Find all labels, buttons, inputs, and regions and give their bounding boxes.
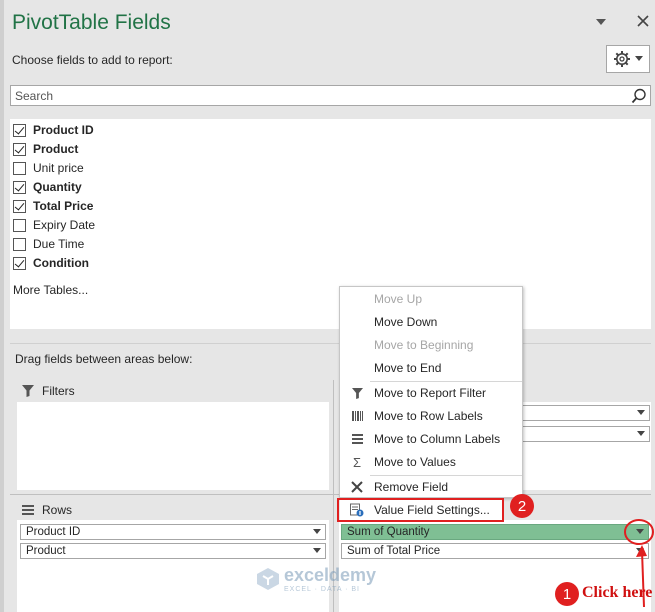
values-field-sum-of-total-price[interactable]: Sum of Total Price [341, 543, 649, 559]
gear-icon [614, 51, 630, 67]
field-list: Product ID Product Unit price Quantity T… [10, 119, 651, 329]
filter-icon [351, 387, 363, 399]
columns-field-pill[interactable] [520, 426, 650, 442]
field-label: Total Price [33, 199, 94, 213]
area-horizontal-split [10, 494, 651, 495]
tools-button[interactable] [606, 45, 650, 73]
menu-item-label: Move Up [374, 292, 423, 306]
field-label: Product ID [33, 123, 94, 137]
field-label: Unit price [33, 161, 84, 175]
section-divider [10, 343, 651, 344]
exceldemy-watermark: exceldemy EXCEL · DATA · BI [256, 565, 376, 593]
row-labels-icon [351, 411, 363, 421]
columns-field-pill[interactable] [520, 405, 650, 421]
checkbox-total-price[interactable] [13, 199, 26, 213]
step-badge-1: 1 [555, 582, 579, 606]
close-icon[interactable] [637, 14, 649, 30]
field-item-total-price[interactable]: Total Price [13, 197, 93, 215]
rows-field-product[interactable]: Product [20, 543, 326, 559]
menu-item-label: Move to Row Labels [374, 409, 483, 423]
field-item-due-time[interactable]: Due Time [13, 235, 84, 253]
value-field-settings-highlight [337, 498, 504, 522]
drag-fields-label: Drag fields between areas below: [15, 352, 193, 366]
chevron-down-icon [635, 56, 643, 61]
menu-item-remove-field[interactable]: Remove Field [340, 476, 522, 498]
menu-item-label: Move to Beginning [374, 338, 474, 352]
pane-options-chevron-icon[interactable] [595, 14, 607, 30]
choose-fields-label: Choose fields to add to report: [12, 53, 173, 67]
field-context-menu: Move Up Move Down Move to Beginning Move… [339, 286, 523, 498]
menu-item-move-to-values[interactable]: Σ Move to Values [340, 451, 522, 473]
field-label: Product [33, 142, 79, 156]
menu-item-label: Move to Report Filter [374, 386, 487, 400]
filters-area-header: Filters [22, 384, 75, 398]
field-label: Expiry Date [33, 218, 96, 232]
menu-item-label: Move to Values [374, 455, 456, 469]
filters-drop-zone[interactable] [17, 402, 329, 490]
checkbox-quantity[interactable] [13, 180, 26, 194]
exceldemy-logo-icon [257, 568, 279, 590]
column-labels-icon [351, 434, 363, 444]
field-item-product[interactable]: Product [13, 140, 78, 158]
values-field-sum-of-quantity[interactable]: Sum of Quantity [341, 524, 649, 540]
filters-label: Filters [42, 384, 75, 398]
menu-item-move-to-end[interactable]: Move to End [340, 357, 522, 379]
pill-label: Product [26, 545, 66, 557]
pill-label: Product ID [26, 526, 81, 538]
field-item-condition[interactable]: Condition [13, 254, 89, 272]
watermark-tagline: EXCEL · DATA · BI [284, 586, 360, 593]
checkbox-unit-price[interactable] [13, 161, 26, 175]
rows-label: Rows [42, 503, 73, 517]
pill-label: Sum of Total Price [347, 545, 441, 557]
more-tables-link[interactable]: More Tables... [13, 283, 88, 297]
rows-icon [22, 505, 34, 515]
rows-field-product-id[interactable]: Product ID [20, 524, 326, 540]
pill-label: Sum of Quantity [347, 526, 430, 538]
remove-x-icon [351, 481, 363, 493]
field-item-unit-price[interactable]: Unit price [13, 159, 84, 177]
field-item-expiry-date[interactable]: Expiry Date [13, 216, 95, 234]
dropdown-arrow-icon[interactable] [313, 548, 321, 553]
menu-item-move-up[interactable]: Move Up [340, 288, 522, 310]
checkbox-product[interactable] [13, 142, 26, 156]
checkbox-condition[interactable] [13, 256, 26, 270]
menu-item-label: Remove Field [374, 480, 449, 494]
search-input[interactable] [11, 86, 611, 105]
dropdown-arrow-icon[interactable] [637, 410, 645, 415]
filter-icon [22, 385, 34, 397]
field-label: Due Time [33, 237, 85, 251]
menu-item-label: Move to Column Labels [374, 432, 501, 446]
checkbox-due-time[interactable] [13, 237, 26, 251]
dropdown-arrow-icon[interactable] [637, 431, 645, 436]
field-item-quantity[interactable]: Quantity [13, 178, 82, 196]
menu-item-move-down[interactable]: Move Down [340, 311, 522, 333]
search-icon[interactable] [631, 88, 647, 107]
checkbox-product-id[interactable] [13, 123, 26, 137]
menu-item-label: Move to End [374, 361, 442, 375]
search-box[interactable] [10, 85, 651, 106]
field-label: Condition [33, 256, 89, 270]
checkbox-expiry-date[interactable] [13, 218, 26, 232]
step-badge-2: 2 [510, 494, 534, 518]
menu-item-move-to-beginning[interactable]: Move to Beginning [340, 334, 522, 356]
field-label: Quantity [33, 180, 82, 194]
menu-item-label: Move Down [374, 315, 438, 329]
menu-item-move-to-report-filter[interactable]: Move to Report Filter [340, 382, 522, 404]
pane-title: PivotTable Fields [12, 11, 171, 34]
sigma-icon: Σ [352, 454, 362, 470]
menu-item-move-to-column-labels[interactable]: Move to Column Labels [340, 428, 522, 450]
rows-area-header: Rows [22, 503, 72, 517]
click-here-callout: Click here [582, 584, 653, 601]
menu-item-move-to-row-labels[interactable]: Move to Row Labels [340, 405, 522, 427]
field-item-product-id[interactable]: Product ID [13, 121, 94, 139]
watermark-name: exceldemy [284, 565, 377, 585]
dropdown-arrow-icon[interactable] [313, 529, 321, 534]
